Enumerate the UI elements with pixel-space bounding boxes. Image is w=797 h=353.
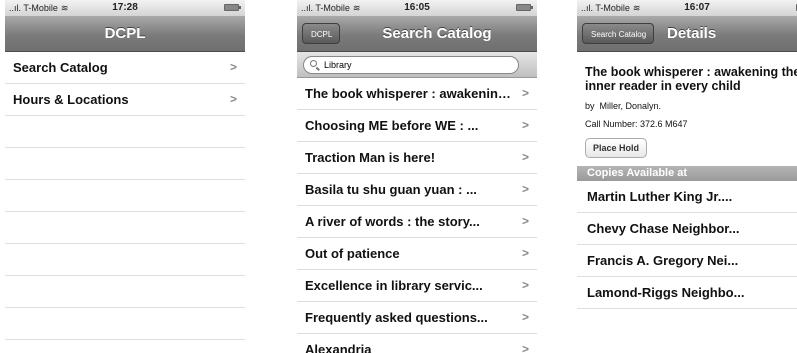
search-bar: Library bbox=[297, 52, 537, 78]
list-item[interactable]: Out of patience > bbox=[297, 238, 537, 270]
empty-row bbox=[5, 148, 245, 180]
list-item[interactable]: Traction Man is here! > bbox=[297, 142, 537, 174]
chevron-right-icon: > bbox=[521, 278, 529, 292]
book-author: by Miller, Donalyn. bbox=[585, 101, 662, 111]
place-hold-button[interactable]: Place Hold bbox=[585, 138, 648, 158]
chevron-right-icon: > bbox=[521, 246, 529, 260]
book-title: The book whisperer : awakening the inner… bbox=[585, 65, 797, 93]
phone-screen-home: ..ıl. T-Mobile ≋ 17:28 DCPL Search Catalo… bbox=[5, 0, 245, 353]
empty-row bbox=[5, 244, 245, 276]
list-item[interactable]: Alexandria > bbox=[297, 334, 537, 353]
list-item[interactable]: Chevy Chase Neighbor...> bbox=[577, 213, 797, 245]
status-time: 17:28 bbox=[112, 2, 138, 13]
list-item[interactable]: Francis A. Gregory Nei...> bbox=[577, 245, 797, 277]
status-time: 16:05 bbox=[404, 2, 430, 13]
navigation-bar: Search Catalog Details bbox=[577, 16, 797, 52]
status-time: 16:07 bbox=[684, 2, 710, 13]
back-button[interactable]: DCPL bbox=[302, 23, 341, 44]
search-input-value: Library bbox=[324, 60, 352, 70]
chevron-right-icon: > bbox=[521, 118, 529, 132]
nav-title: DCPL bbox=[104, 25, 146, 42]
list-item[interactable]: Basila tu shu guan yuan : ... > bbox=[297, 174, 537, 206]
chevron-right-icon: > bbox=[521, 86, 529, 100]
phone-screen-search: ..ıl. T-Mobile ≋ 16:05 DCPL Search Catalo… bbox=[297, 0, 537, 353]
battery-icon bbox=[516, 4, 533, 11]
list-item[interactable]: Frequently asked questions... > bbox=[297, 302, 537, 334]
list-item[interactable]: Choosing ME before WE : ... > bbox=[297, 110, 537, 142]
call-number: Call Number: 372.6 M647 bbox=[585, 119, 688, 129]
copies-list: Martin Luther King Jr....> Chevy Chase N… bbox=[577, 181, 797, 309]
list-item[interactable]: Lamond-Riggs Neighbo...> bbox=[577, 277, 797, 309]
battery-icon bbox=[224, 4, 241, 11]
nav-title: Search Catalog bbox=[382, 25, 492, 42]
list-item[interactable]: Martin Luther King Jr....> bbox=[577, 181, 797, 213]
status-bar: ..ıl. T-Mobile ≋ 16:07 bbox=[577, 0, 797, 16]
list-item[interactable]: A river of words : the story... > bbox=[297, 206, 537, 238]
back-button[interactable]: Search Catalog bbox=[582, 23, 655, 44]
empty-row bbox=[5, 116, 245, 148]
book-detail: The book whisperer : awakening the inner… bbox=[577, 65, 797, 158]
chevron-right-icon: > bbox=[229, 92, 237, 106]
empty-row bbox=[5, 212, 245, 244]
chevron-right-icon: > bbox=[521, 342, 529, 353]
nav-title: Details bbox=[667, 25, 717, 42]
copies-section-header: Copies Available at bbox=[577, 166, 797, 181]
menu-list: Search Catalog > Hours & Locations > bbox=[5, 52, 245, 340]
search-icon bbox=[310, 60, 317, 67]
navigation-bar: DCPL Search Catalog bbox=[297, 16, 537, 52]
navigation-bar: DCPL bbox=[5, 16, 245, 52]
chevron-right-icon: > bbox=[521, 310, 529, 324]
empty-row bbox=[5, 308, 245, 340]
results-list: The book whisperer : awakening the inner… bbox=[297, 78, 537, 353]
menu-item-search-catalog[interactable]: Search Catalog > bbox=[5, 52, 245, 84]
chevron-right-icon: > bbox=[521, 214, 529, 228]
list-item[interactable]: Excellence in library servic... > bbox=[297, 270, 537, 302]
chevron-right-icon: > bbox=[229, 60, 237, 74]
status-bar: ..ıl. T-Mobile ≋ 16:05 bbox=[297, 0, 537, 16]
phone-screen-details: ..ıl. T-Mobile ≋ 16:07 Search Catalog Det… bbox=[577, 0, 797, 353]
empty-row bbox=[5, 276, 245, 308]
list-item[interactable]: The book whisperer : awakening the inner… bbox=[297, 78, 537, 110]
menu-item-hours-locations[interactable]: Hours & Locations > bbox=[5, 84, 245, 116]
chevron-right-icon: > bbox=[521, 182, 529, 196]
chevron-right-icon: > bbox=[521, 150, 529, 164]
empty-row bbox=[5, 180, 245, 212]
search-input[interactable]: Library bbox=[303, 56, 519, 74]
status-bar: ..ıl. T-Mobile ≋ 17:28 bbox=[5, 0, 245, 16]
